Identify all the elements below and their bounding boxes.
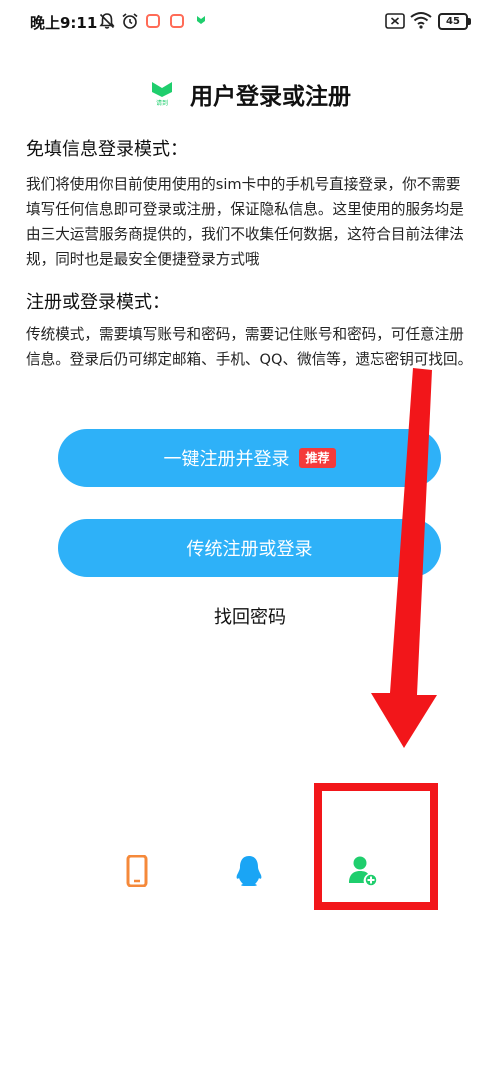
phone-icon[interactable]: [122, 855, 152, 887]
bell-muted-icon: [99, 13, 115, 29]
app-notification-icon: [170, 14, 184, 28]
qq-icon[interactable]: [234, 855, 264, 887]
status-time: 晚上9:11: [30, 14, 98, 32]
page-title: 用户登录或注册: [190, 84, 351, 110]
app-notification-icon: [197, 16, 205, 24]
recommended-badge: 推荐: [299, 448, 336, 468]
one-click-register-login-button[interactable]: 一键注册并登录 推荐: [58, 429, 441, 487]
section-text-quick-login: 我们将使用你目前使用使用的sim卡中的手机号直接登录，你不需要填写任何信息即可登…: [26, 176, 464, 268]
annotation-highlight-box: [314, 783, 438, 910]
status-bar: 晚上9:11 45: [0, 0, 500, 46]
section-heading-traditional-login: 注册或登录模式：: [26, 292, 170, 313]
battery-icon: 45: [438, 13, 468, 30]
forgot-password-link[interactable]: 找回密码: [0, 603, 500, 629]
alarm-icon: [122, 13, 138, 29]
login-page: 晚上9:11 45 请到 用户登录或注册 免填信息登录模式： 我们将使用你目前使…: [0, 0, 500, 1069]
wifi-icon: [410, 12, 432, 29]
traditional-register-login-button[interactable]: 传统注册或登录: [58, 519, 441, 577]
app-logo-icon: 请到: [152, 82, 172, 106]
section-text-traditional-login: 传统模式，需要填写账号和密码，需要记住账号和密码，可任意注册信息。登录后仍可绑定…: [26, 326, 473, 368]
traditional-button-label: 传统注册或登录: [186, 539, 313, 560]
app-notification-icon: [146, 14, 160, 28]
svg-text:请到: 请到: [156, 99, 168, 106]
notification-box-icon: [385, 13, 405, 29]
one-click-button-label: 一键注册并登录: [163, 449, 290, 470]
section-heading-quick-login: 免填信息登录模式：: [26, 139, 188, 160]
battery-tip: [468, 18, 471, 25]
